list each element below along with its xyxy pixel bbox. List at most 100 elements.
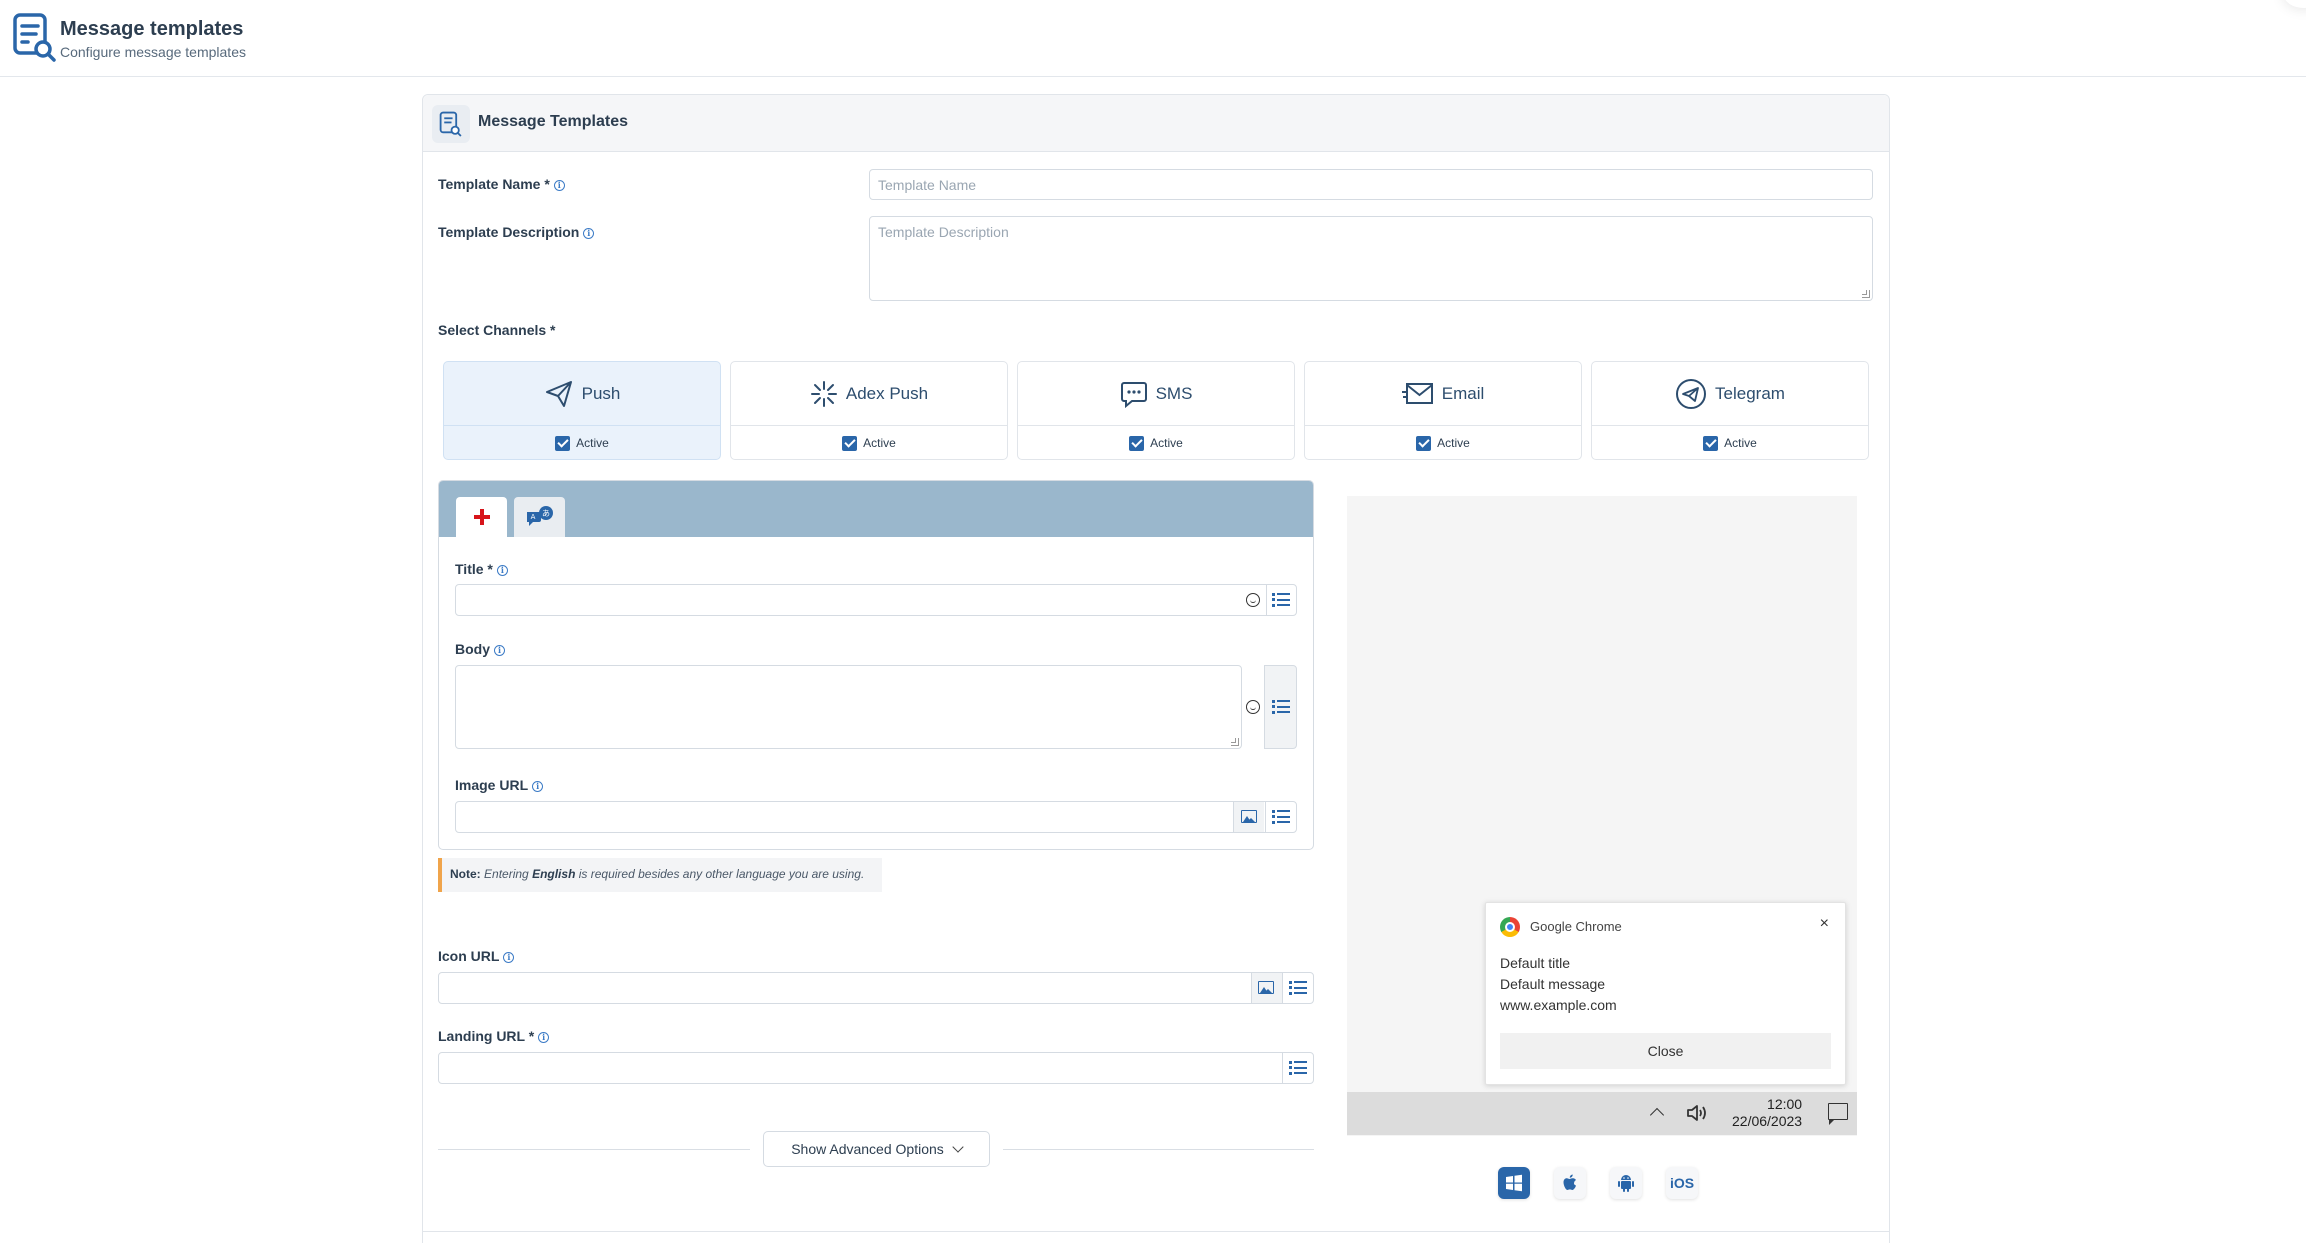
emoji-button[interactable] (1239, 692, 1267, 721)
chevron-down-icon (952, 1140, 964, 1153)
note-prefix: Note: (450, 867, 481, 881)
show-advanced-options-button[interactable]: Show Advanced Options (763, 1131, 990, 1167)
svg-text:あ: あ (542, 509, 550, 518)
template-description-placeholder: Template Description (878, 224, 1009, 240)
send-icon (545, 380, 572, 407)
action-center-icon (1828, 1103, 1848, 1125)
channel-adex-push-header[interactable]: Adex Push (731, 362, 1007, 426)
channel-sms-status[interactable]: Active (1018, 426, 1294, 460)
checkbox[interactable] (1129, 435, 1145, 451)
list-icon (1272, 699, 1290, 714)
emoji-button[interactable] (1239, 585, 1267, 614)
tab-english[interactable] (456, 497, 507, 537)
info-icon[interactable]: i (583, 228, 595, 239)
platform-android-button[interactable] (1610, 1167, 1642, 1199)
notification-close-button[interactable]: Close (1500, 1033, 1831, 1069)
template-name-input[interactable]: Template Name (869, 169, 1873, 200)
page-title: Message templates (60, 18, 244, 40)
channel-sms[interactable]: SMS Active (1017, 361, 1295, 460)
info-icon[interactable]: i (503, 952, 515, 963)
telegram-icon (1676, 378, 1707, 409)
landing-url-input[interactable] (438, 1052, 1314, 1084)
page-subtitle: Configure message templates (60, 44, 246, 60)
template-description-textarea[interactable]: Template Description (869, 216, 1873, 301)
info-icon[interactable]: i (496, 565, 508, 576)
template-search-icon (13, 13, 56, 62)
tab-add-language[interactable]: あA (514, 497, 565, 537)
apple-icon (1563, 1174, 1576, 1190)
channel-telegram[interactable]: Telegram Active (1591, 361, 1869, 460)
variables-list-button[interactable] (1284, 973, 1312, 1002)
english-flag-icon (473, 509, 490, 525)
resize-handle[interactable] (1231, 738, 1239, 746)
image-picker-button[interactable] (1252, 973, 1280, 1002)
checkbox[interactable] (1416, 435, 1432, 451)
template-search-icon (432, 105, 470, 143)
body-label-text: Body (455, 641, 490, 657)
channel-sms-header[interactable]: SMS (1018, 362, 1294, 426)
template-description-label: Template Description i (438, 224, 595, 240)
sparkle-icon (810, 380, 837, 407)
channel-adex-push[interactable]: Adex Push Active (730, 361, 1008, 460)
list-icon (1272, 809, 1290, 824)
info-icon[interactable]: i (553, 180, 565, 191)
channel-push-header[interactable]: Push (444, 362, 720, 426)
checkbox[interactable] (842, 435, 858, 451)
list-icon (1289, 980, 1307, 995)
svg-text:A: A (530, 513, 535, 521)
channel-push[interactable]: Push Active (443, 361, 721, 460)
image-url-input[interactable] (455, 801, 1297, 833)
landing-url-label-text: Landing URL * (438, 1028, 535, 1044)
info-icon[interactable]: i (538, 1032, 550, 1043)
channel-email-header[interactable]: Email (1305, 362, 1581, 426)
advanced-button-label: Show Advanced Options (791, 1141, 944, 1157)
channel-telegram-header[interactable]: Telegram (1592, 362, 1868, 426)
channel-adex-push-label: Adex Push (845, 383, 929, 403)
checkbox[interactable] (555, 435, 571, 451)
close-icon[interactable]: × (1820, 915, 1829, 933)
image-picker-button[interactable] (1235, 802, 1263, 831)
note-bold: English (532, 867, 576, 881)
icon-url-input[interactable] (438, 972, 1314, 1004)
checkbox[interactable] (1703, 435, 1719, 451)
channel-telegram-label: Telegram (1715, 383, 1785, 403)
info-icon[interactable]: i (532, 781, 544, 792)
title-label: Title * i (455, 561, 508, 577)
info-icon[interactable]: i (494, 645, 505, 656)
channel-email[interactable]: Email Active (1304, 361, 1582, 460)
variables-list-button[interactable] (1267, 585, 1295, 614)
android-icon (1618, 1175, 1634, 1192)
channel-push-label: Push (581, 383, 621, 403)
status-text: Active (863, 436, 896, 450)
title-input[interactable] (455, 584, 1297, 616)
platform-ios-button[interactable]: iOS (1666, 1167, 1698, 1199)
divider-right (1003, 1149, 1314, 1150)
variables-list-button[interactable] (1267, 802, 1295, 831)
title-label-text: Title * (455, 561, 493, 577)
corner-shadow (2284, 0, 2306, 8)
variables-list-button[interactable] (1267, 692, 1295, 721)
note-text-before: Entering (484, 867, 529, 881)
notification-app-name: Google Chrome (1530, 919, 1622, 934)
channel-push-status[interactable]: Active (444, 426, 720, 460)
clock-date: 22/06/2023 (1732, 1113, 1803, 1129)
resize-handle[interactable] (1862, 290, 1870, 298)
chevron-up-icon (1649, 1107, 1665, 1123)
channel-adex-push-status[interactable]: Active (731, 426, 1007, 460)
template-description-label-text: Template Description (438, 224, 580, 240)
channel-email-status[interactable]: Active (1305, 426, 1581, 460)
platform-windows-button[interactable] (1498, 1167, 1530, 1199)
language-tab-bar: あA (439, 481, 1313, 537)
variables-list-button[interactable] (1284, 1053, 1312, 1082)
note-text-after: is required besides any other language y… (578, 867, 865, 881)
divider (1265, 802, 1266, 832)
clock-time: 12:00 (1767, 1096, 1803, 1112)
image-icon (1258, 981, 1274, 994)
status-text: Active (576, 436, 609, 450)
landing-url-label: Landing URL * i (438, 1028, 550, 1044)
channel-telegram-status[interactable]: Active (1592, 426, 1868, 460)
platform-apple-button[interactable] (1554, 1167, 1586, 1199)
body-textarea[interactable] (455, 665, 1242, 749)
english-required-note: Note: Entering English is required besid… (438, 858, 882, 892)
translate-icon: あA (526, 506, 553, 526)
